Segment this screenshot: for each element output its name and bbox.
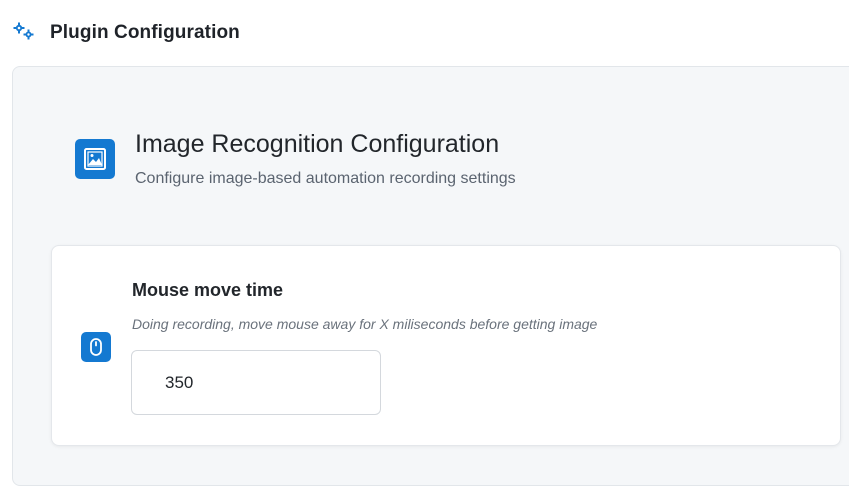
mouse-move-time-label: Mouse move time [132,280,284,300]
page-header: Plugin Configuration [0,0,849,66]
mouse-move-time-help: Doing recording, move mouse away for X m… [132,316,598,332]
page-title: Plugin Configuration [50,22,240,43]
mouse-icon [81,332,111,362]
mouse-move-time-input[interactable] [131,350,381,415]
gears-icon [13,22,35,42]
image-frame-icon [75,139,115,179]
section-subtitle: Configure image-based automation recordi… [135,170,516,187]
setting-card [51,245,841,446]
section-title: Image Recognition Configuration [135,130,500,158]
